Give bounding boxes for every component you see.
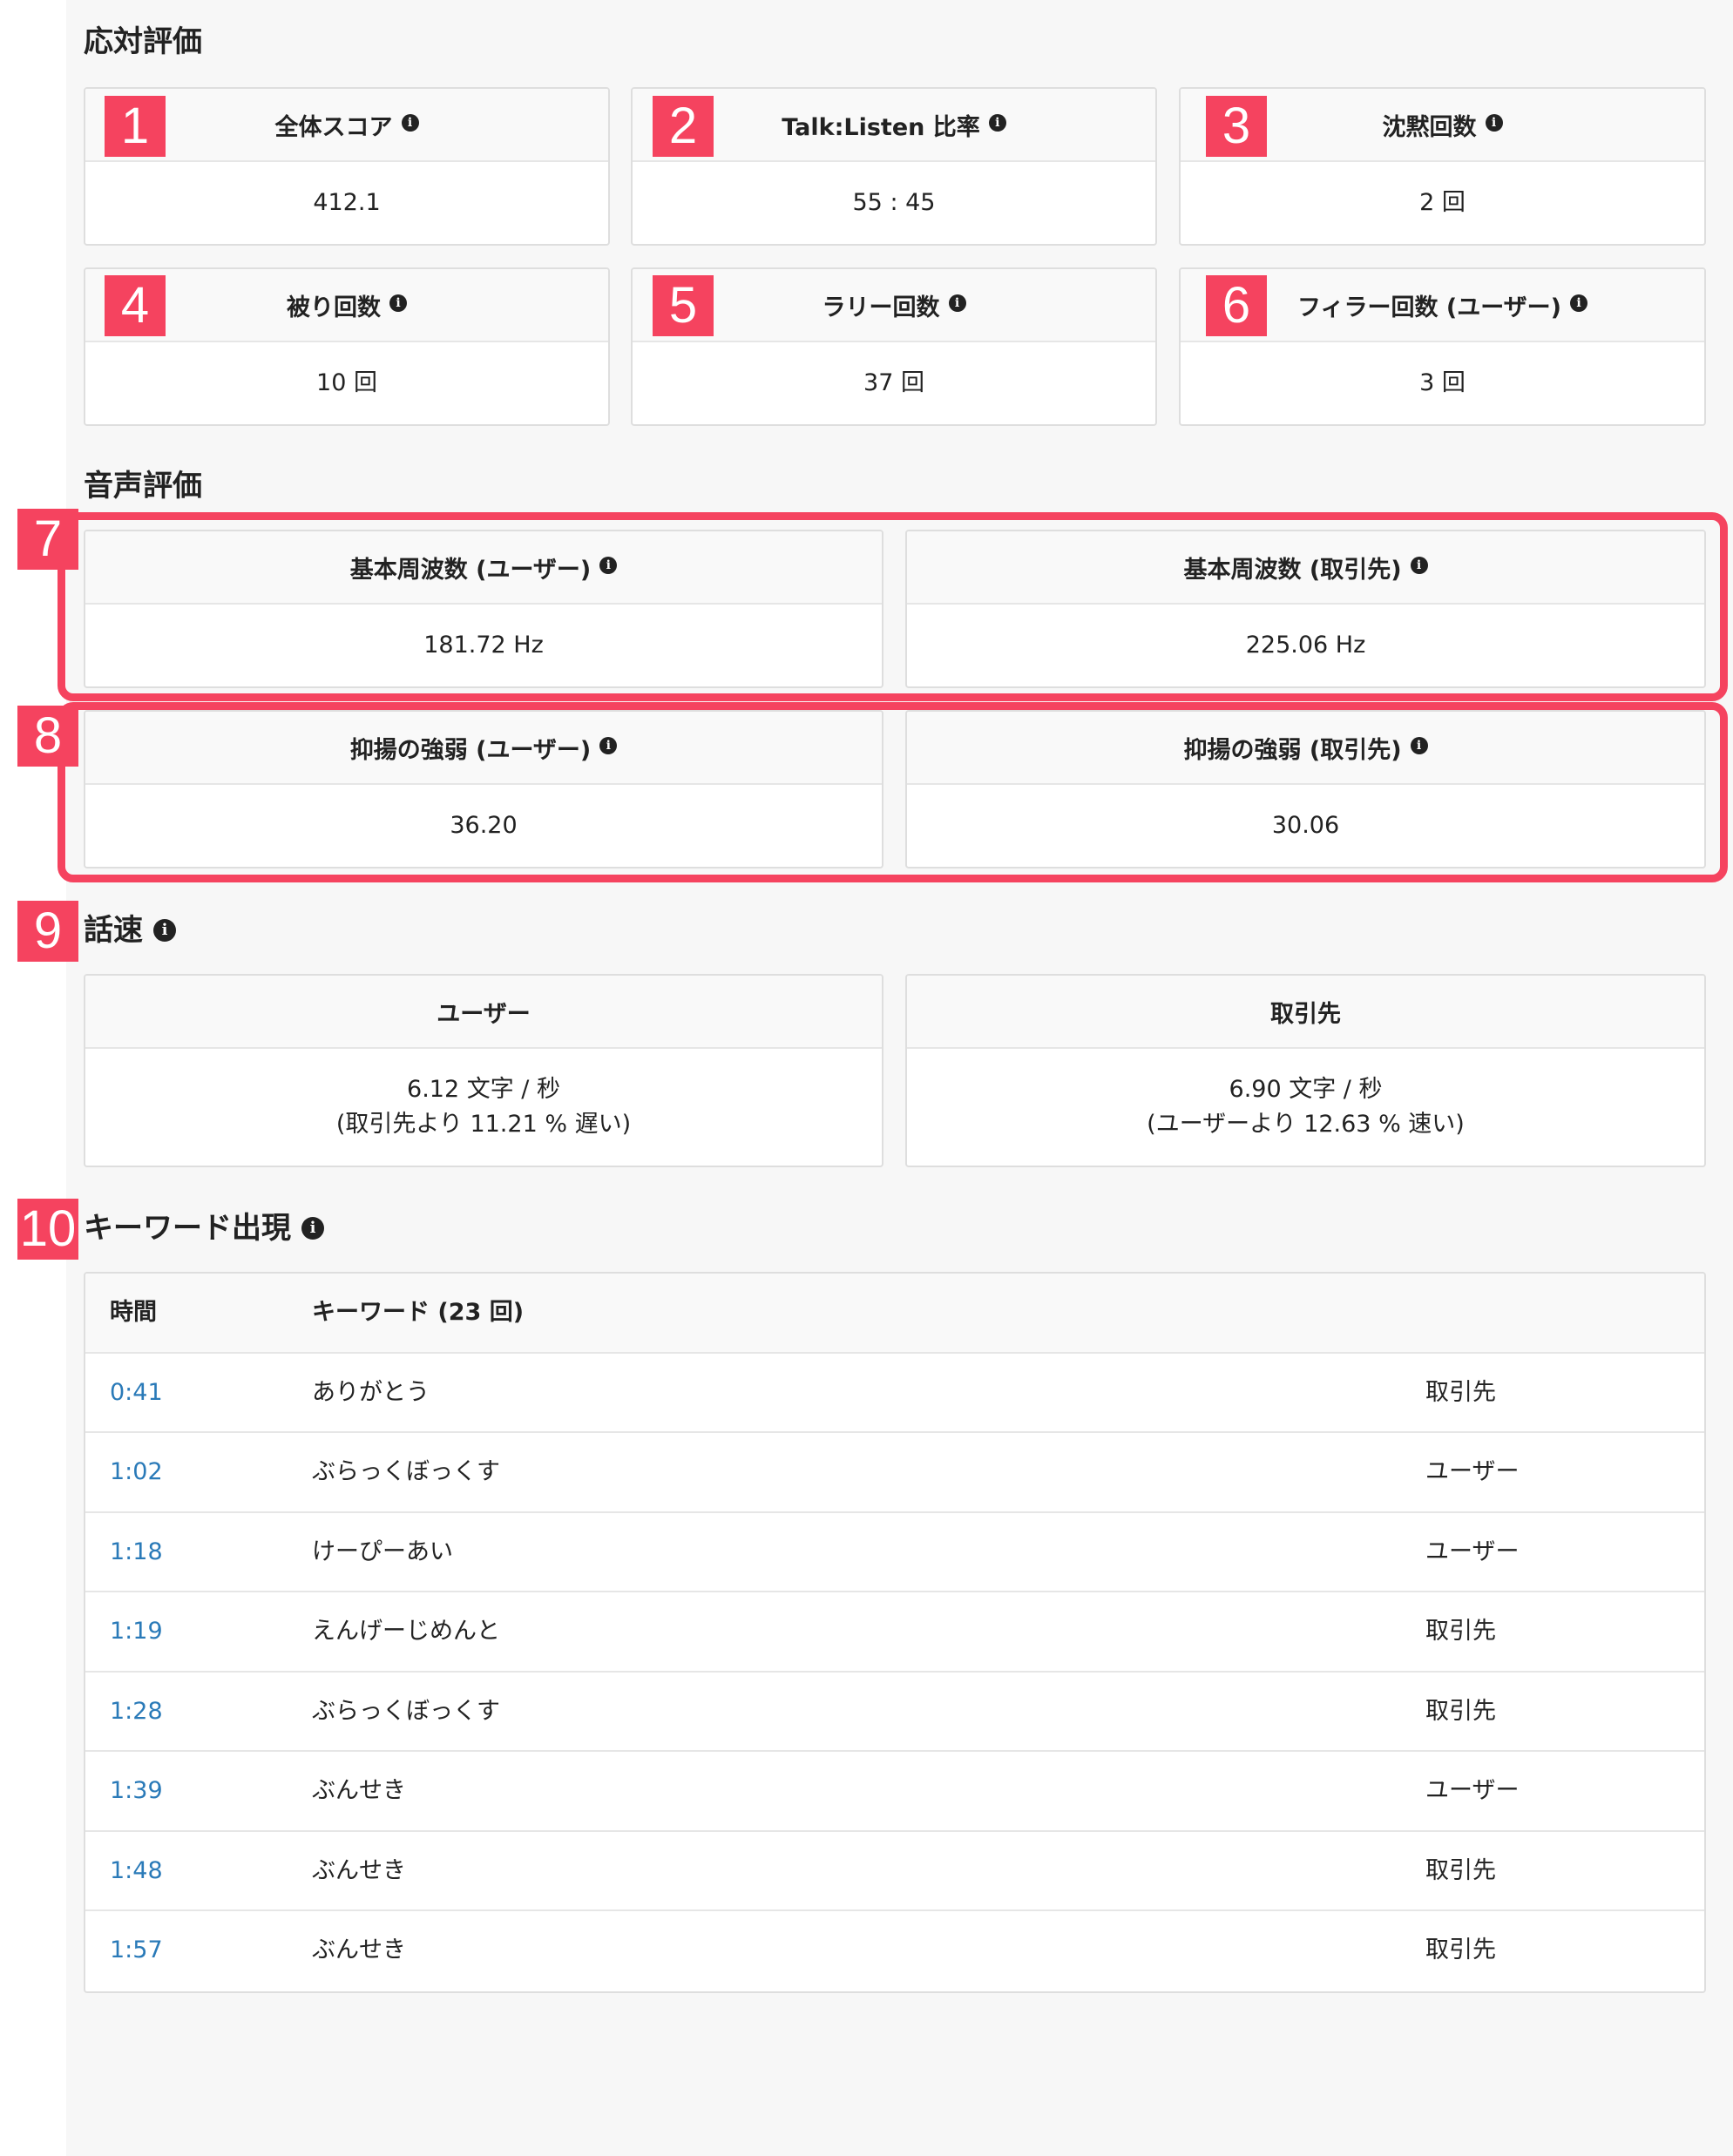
- keyword-text: ぶらっくぼっくす: [312, 1458, 500, 1485]
- card-compare: (取引先より 11.21 % 遅い): [335, 1111, 632, 1138]
- badge-5: 5: [653, 275, 714, 336]
- header-time: 時間: [110, 1299, 157, 1326]
- table-row: 1:19 えんげーじめんと 取引先: [85, 1592, 1704, 1673]
- badge-7: 7: [17, 509, 78, 570]
- keyword-text: えんげーじめんと: [312, 1618, 500, 1645]
- badge-8: 8: [17, 706, 78, 767]
- badge-3: 3: [1206, 96, 1267, 157]
- section-title-voice-eval: 音声評価: [84, 469, 202, 504]
- table-header-row: 時間 キーワード (23 回): [85, 1274, 1704, 1354]
- card-label: Talk:Listen 比率: [782, 113, 980, 141]
- table-row: 1:02 ぶらっくぼっくす ユーザー: [85, 1433, 1704, 1513]
- card-label: 被り回数: [287, 294, 381, 321]
- speaker-text: ユーザー: [1425, 1458, 1520, 1485]
- card-value: 3 回: [1419, 369, 1466, 396]
- time-link[interactable]: 1:02: [110, 1433, 163, 1511]
- badge-1: 1: [105, 96, 166, 157]
- table-row: 1:48 ぶんせき 取引先: [85, 1832, 1704, 1911]
- time-link[interactable]: 0:41: [110, 1354, 163, 1432]
- info-icon[interactable]: i: [301, 1216, 324, 1240]
- section-title-response-eval: 応対評価: [84, 24, 202, 59]
- table-row: 1:28 ぶらっくぼっくす 取引先: [85, 1673, 1704, 1752]
- card-value: 10 回: [316, 369, 377, 396]
- badge-9: 9: [17, 901, 78, 962]
- card-speech-rate-client: 取引先 6.90 文字 / 秒 (ユーザーより 12.63 % 速い): [905, 974, 1706, 1167]
- card-value: 2 回: [1419, 189, 1466, 216]
- speaker-text: ユーザー: [1425, 1777, 1520, 1804]
- card-value: 37 回: [863, 369, 924, 396]
- info-icon[interactable]: i: [153, 918, 176, 942]
- card-label: 取引先: [1270, 1000, 1341, 1028]
- badge-10: 10: [17, 1199, 78, 1260]
- card-value: 412.1: [313, 189, 381, 216]
- card-label: ラリー回数: [822, 294, 940, 321]
- card-speech-rate-user: ユーザー 6.12 文字 / 秒 (取引先より 11.21 % 遅い): [84, 974, 883, 1167]
- highlight-box-7: [58, 512, 1728, 701]
- badge-6: 6: [1206, 275, 1267, 336]
- speaker-text: 取引先: [1425, 1697, 1496, 1725]
- speaker-text: 取引先: [1425, 1936, 1496, 1963]
- badge-4: 4: [105, 275, 166, 336]
- info-icon[interactable]: i: [1485, 114, 1503, 132]
- table-row: 1:39 ぶんせき ユーザー: [85, 1752, 1704, 1832]
- time-link[interactable]: 1:18: [110, 1513, 163, 1592]
- table-row: 1:18 けーぴーあい ユーザー: [85, 1513, 1704, 1592]
- info-icon[interactable]: i: [988, 114, 1006, 132]
- keyword-text: ぶんせき: [312, 1856, 406, 1884]
- info-icon[interactable]: i: [948, 294, 966, 312]
- time-link[interactable]: 1:48: [110, 1832, 163, 1910]
- speaker-text: 取引先: [1425, 1378, 1496, 1406]
- section-title-speech-rate: 話速 i: [84, 913, 176, 948]
- badge-2: 2: [653, 96, 714, 157]
- card-label: 全体スコア: [274, 113, 393, 141]
- card-label: ユーザー: [437, 1000, 531, 1028]
- time-link[interactable]: 1:19: [110, 1592, 163, 1671]
- time-link[interactable]: 1:28: [110, 1673, 163, 1751]
- info-icon[interactable]: i: [389, 294, 407, 312]
- info-icon[interactable]: i: [1570, 294, 1587, 312]
- keyword-text: ありがとう: [312, 1378, 430, 1406]
- card-compare: (ユーザーより 12.63 % 速い): [1147, 1111, 1465, 1138]
- card-label: フィラー回数 (ユーザー): [1297, 294, 1561, 321]
- highlight-box-8: [58, 702, 1728, 882]
- card-label: 沈黙回数: [1382, 113, 1477, 141]
- time-link[interactable]: 1:39: [110, 1752, 163, 1830]
- info-icon[interactable]: i: [401, 114, 419, 132]
- speaker-text: ユーザー: [1425, 1538, 1520, 1565]
- table-row: 1:57 ぶんせき 取引先: [85, 1911, 1704, 1991]
- speaker-text: 取引先: [1425, 1618, 1496, 1645]
- keyword-text: けーぴーあい: [312, 1538, 453, 1565]
- card-value: 6.90 文字 / 秒: [1229, 1076, 1383, 1103]
- card-value: 6.12 文字 / 秒: [407, 1076, 560, 1103]
- speaker-text: 取引先: [1425, 1856, 1496, 1884]
- time-link[interactable]: 1:57: [110, 1911, 163, 1990]
- keyword-text: ぶんせき: [312, 1936, 406, 1963]
- keyword-text: ぶんせき: [312, 1777, 406, 1804]
- keyword-table: 時間 キーワード (23 回) 0:41 ありがとう 取引先 1:02 ぶらっく…: [84, 1272, 1706, 1993]
- card-value: 55 : 45: [852, 189, 936, 216]
- header-keyword: キーワード (23 回): [312, 1299, 525, 1326]
- section-title-keywords: キーワード出現 i: [84, 1211, 324, 1246]
- keyword-text: ぶらっくぼっくす: [312, 1697, 500, 1725]
- table-row: 0:41 ありがとう 取引先: [85, 1354, 1704, 1433]
